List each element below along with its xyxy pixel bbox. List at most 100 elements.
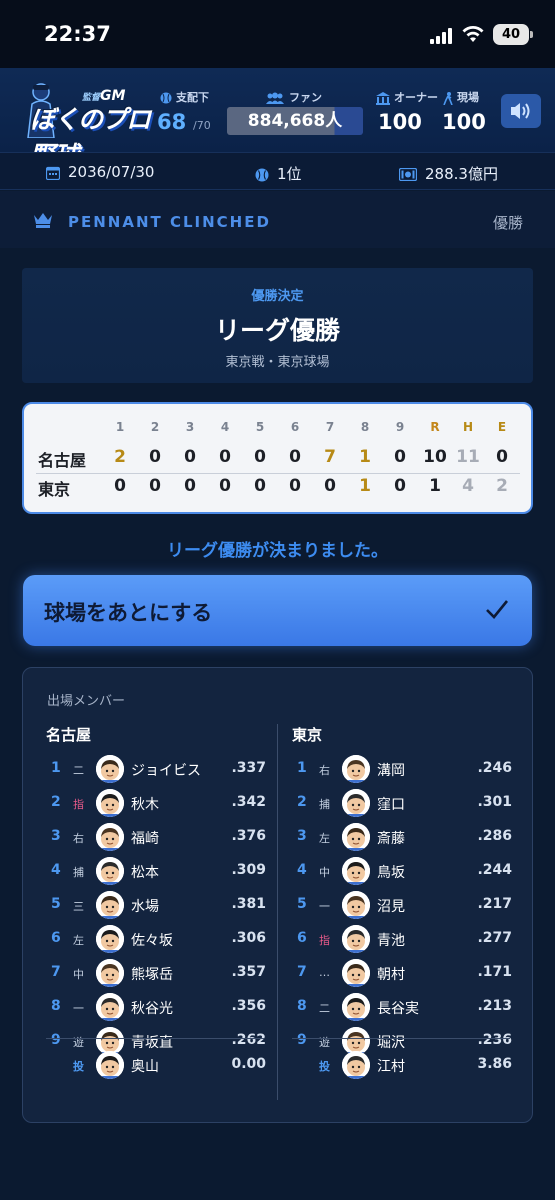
inning-header: 1 (115, 420, 125, 434)
divider (292, 1038, 510, 1039)
fan-count: 884,668人 (227, 107, 363, 135)
batting-order: 5 (51, 896, 61, 912)
player-row[interactable]: 1 右 溝岡 .246 (292, 754, 512, 784)
owner-value: 100 (378, 110, 422, 134)
batting-order: 1 (297, 760, 307, 776)
check-icon (486, 600, 509, 619)
player-row[interactable]: 2 指 秋木 .342 (46, 788, 266, 818)
building-icon (376, 91, 390, 105)
result-panel: 優勝決定 リーグ優勝 東京戦・東京球場 (22, 268, 533, 383)
batting-average: .309 (231, 862, 266, 878)
player-row[interactable]: 5 三 水場 .381 (46, 890, 266, 920)
inning-score: 0 (114, 476, 126, 496)
total-score: 10 (423, 447, 447, 467)
batting-average: .376 (231, 828, 266, 844)
player-name: 熊塚岳 (131, 967, 173, 983)
player-name: 沼見 (377, 899, 405, 915)
inning-header: 6 (290, 420, 300, 434)
player-row[interactable]: 2 捕 窪口 .301 (292, 788, 512, 818)
leave-stadium-button[interactable]: 球場をあとにする (23, 575, 532, 646)
signal-icon (430, 27, 456, 44)
scoreboard-row-away: 東京 0 0 0 0 0 0 0 1 0 1 4 2 (24, 476, 535, 502)
position: 中 (319, 866, 330, 879)
inning-header: 3 (185, 420, 195, 434)
inning-header: 5 (255, 420, 265, 434)
divider (277, 724, 278, 1100)
player-avatar (342, 925, 370, 953)
player-row[interactable]: 7 中 熊塚岳 .357 (46, 958, 266, 988)
pennant-banner: PENNANT CLINCHED 優勝 (0, 191, 555, 248)
player-name: 窪口 (377, 797, 405, 813)
player-row[interactable]: 6 指 青池 .277 (292, 924, 512, 954)
inning-header: 7 (325, 420, 335, 434)
player-avatar (96, 789, 124, 817)
player-name: 秋木 (131, 797, 159, 813)
batting-average: .236 (477, 1032, 512, 1048)
sound-button[interactable] (501, 94, 541, 128)
player-name: 朝村 (377, 967, 405, 983)
inning-header: H (462, 420, 474, 434)
batting-average: .217 (477, 896, 512, 912)
inning-score: 2 (114, 447, 126, 467)
divider (46, 1038, 264, 1039)
pitcher-name: 奥山 (131, 1059, 159, 1075)
player-row[interactable]: 6 左 佐々坂 .306 (46, 924, 266, 954)
inning-score: 0 (289, 476, 301, 496)
position: … (319, 966, 330, 979)
batting-order: 2 (51, 794, 61, 810)
inning-header: 8 (360, 420, 370, 434)
scoreboard-header: 1 2 3 4 5 6 7 8 9 R H E (24, 420, 535, 440)
pitcher-era: 3.86 (477, 1056, 512, 1072)
inning-score: 0 (394, 447, 406, 467)
player-row[interactable]: 5 一 沼見 .217 (292, 890, 512, 920)
shihai-value: 68 (157, 110, 187, 134)
pitcher-label: 投 (73, 1060, 84, 1073)
pitcher-row[interactable]: 投 奥山 0.00 (46, 1050, 266, 1080)
pitcher-label: 投 (319, 1060, 330, 1073)
position: 二 (319, 1002, 330, 1015)
batting-average: .246 (477, 760, 512, 776)
shihai-label: 支配下 (160, 89, 209, 105)
inning-score: 1 (359, 447, 371, 467)
position: 遊 (319, 1036, 330, 1049)
pitcher-name: 江村 (377, 1059, 405, 1075)
batting-average: .244 (477, 862, 512, 878)
player-row[interactable]: 3 右 福崎 .376 (46, 822, 266, 852)
player-name: 秋谷光 (131, 1001, 173, 1017)
position: 捕 (319, 798, 330, 811)
batting-average: .171 (477, 964, 512, 980)
batting-average: .277 (477, 930, 512, 946)
inning-score: 0 (219, 447, 231, 467)
player-avatar (96, 1051, 124, 1079)
batting-average: .213 (477, 998, 512, 1014)
player-row[interactable]: 3 左 斎藤 .286 (292, 822, 512, 852)
player-row[interactable]: 8 一 秋谷光 .356 (46, 992, 266, 1022)
player-row[interactable]: 1 二 ジョイビス .337 (46, 754, 266, 784)
player-avatar (342, 959, 370, 987)
player-avatar (342, 755, 370, 783)
player-icon (443, 91, 453, 105)
batting-order: 9 (51, 1032, 61, 1048)
inning-header: 9 (395, 420, 405, 434)
inning-score: 0 (324, 476, 336, 496)
player-row[interactable]: 8 二 長谷実 .213 (292, 992, 512, 1022)
player-row[interactable]: 4 捕 松本 .309 (46, 856, 266, 886)
group-icon (266, 92, 284, 104)
player-avatar (96, 857, 124, 885)
scoreboard: 123456789RHE 名古屋 2 0 0 0 0 0 7 1 0 10 11 0 東京 00000… (22, 402, 533, 514)
player-row[interactable]: 7 … 朝村 .171 (292, 958, 512, 988)
app-logo: 監督GM ぼくのプロ野球 (18, 78, 156, 170)
player-avatar (342, 857, 370, 885)
inning-score: 0 (254, 476, 266, 496)
player-row[interactable]: 4 中 鳥坂 .244 (292, 856, 512, 886)
batting-order: 3 (297, 828, 307, 844)
team-name: 東京 (38, 480, 71, 499)
position: 左 (73, 934, 84, 947)
player-avatar (96, 891, 124, 919)
rank-display: 1位 (255, 163, 302, 184)
position: 捕 (73, 866, 84, 879)
player-name: 青池 (377, 933, 405, 949)
pitcher-row[interactable]: 投 江村 3.86 (292, 1050, 512, 1080)
inning-score: 0 (184, 476, 196, 496)
position: 一 (319, 900, 330, 913)
